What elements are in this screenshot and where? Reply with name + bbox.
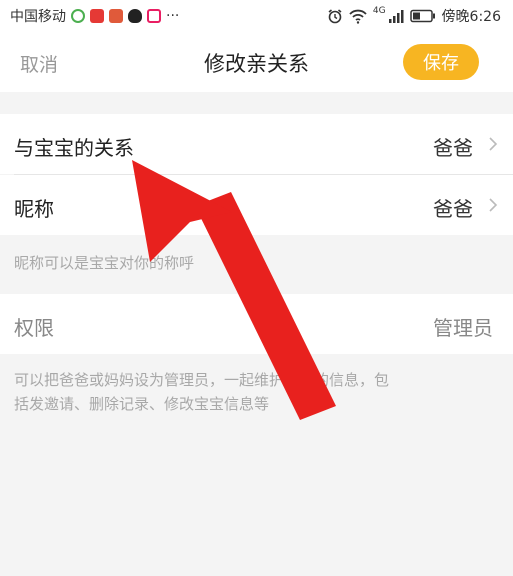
wifi-icon bbox=[349, 9, 367, 24]
relation-row[interactable]: 与宝宝的关系 爸爸 bbox=[0, 114, 513, 174]
signal-icon bbox=[388, 10, 404, 23]
permission-hint: 可以把爸爸或妈妈设为管理员，一起维护宝宝的信息，包 括发邀请、删除记录、修改宝宝… bbox=[14, 368, 389, 416]
network-type: 4G bbox=[372, 6, 386, 16]
status-bar: 中国移动 ··· 4G 傍晚6:26 bbox=[0, 0, 513, 30]
status-bar-left: 中国移动 ··· bbox=[10, 6, 179, 26]
more-notifications: ··· bbox=[166, 8, 180, 24]
nickname-value: 爸爸 bbox=[433, 197, 473, 221]
app-notification-icon bbox=[71, 9, 85, 23]
microphone-app-icon bbox=[90, 9, 104, 23]
carrier-name: 中国移动 bbox=[10, 9, 66, 25]
status-bar-right: 4G 傍晚6:26 bbox=[327, 6, 501, 26]
relation-label: 与宝宝的关系 bbox=[14, 136, 134, 160]
permission-row: 权限 管理员 bbox=[0, 294, 513, 354]
navigation-bar: 取消 修改亲关系 保存 bbox=[0, 30, 513, 92]
nickname-row[interactable]: 昵称 爸爸 bbox=[0, 175, 513, 235]
permission-label: 权限 bbox=[14, 316, 54, 340]
video-app-icon bbox=[147, 9, 161, 23]
relation-value: 爸爸 bbox=[433, 136, 473, 160]
chevron-right-icon bbox=[489, 198, 498, 212]
permission-value: 管理员 bbox=[433, 316, 493, 340]
save-button[interactable]: 保存 bbox=[403, 44, 479, 80]
permission-hint-line: 可以把爸爸或妈妈设为管理员，一起维护宝宝的信息，包 bbox=[14, 371, 390, 389]
chevron-right-icon bbox=[489, 137, 498, 151]
alarm-icon bbox=[328, 9, 342, 24]
nickname-hint: 昵称可以是宝宝对你的称呼 bbox=[14, 254, 195, 272]
clock: 傍晚6:26 bbox=[441, 9, 501, 25]
permission-hint-line: 括发邀请、删除记录、修改宝宝信息等 bbox=[14, 395, 270, 413]
weibo-app-icon bbox=[109, 9, 123, 23]
nickname-label: 昵称 bbox=[14, 197, 54, 221]
qq-icon bbox=[128, 9, 142, 23]
battery-icon bbox=[409, 9, 435, 23]
